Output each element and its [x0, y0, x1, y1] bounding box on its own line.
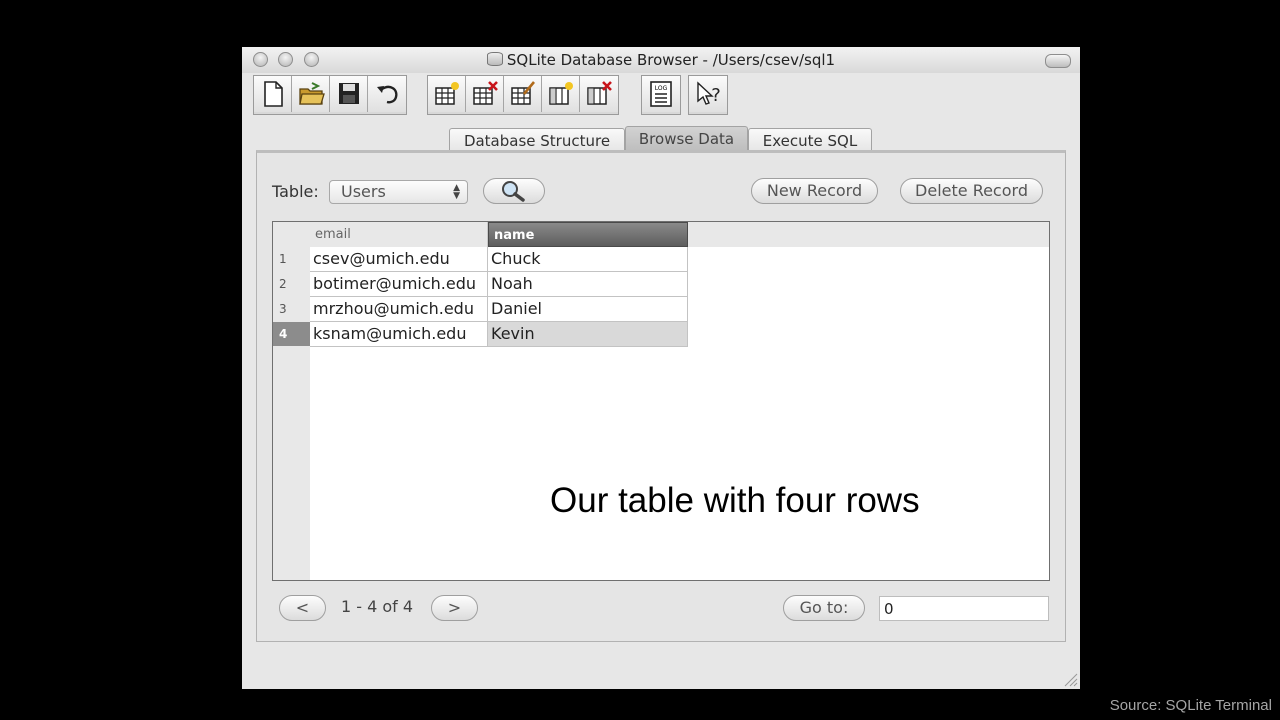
undo-icon	[377, 85, 398, 104]
delete-index-button[interactable]	[580, 76, 618, 112]
toolbar-group-file	[253, 75, 407, 115]
title-bar: SQLite Database Browser - /Users/csev/sq…	[242, 47, 1080, 73]
cell-name[interactable]: Chuck	[488, 247, 688, 272]
create-index-icon	[549, 82, 573, 105]
row-number-selected[interactable]: 4	[273, 322, 310, 346]
cell-name[interactable]: Daniel	[488, 297, 688, 322]
delete-table-icon	[473, 81, 498, 105]
toolbar-toggle-button[interactable]	[1045, 54, 1071, 68]
cell-name[interactable]: Noah	[488, 272, 688, 297]
slide-caption: Our table with four rows	[550, 481, 920, 520]
cell-email[interactable]: botimer@umich.edu	[310, 272, 488, 297]
tab-browse-data[interactable]: Browse Data	[625, 126, 748, 153]
open-folder-icon	[299, 82, 325, 105]
modify-table-icon	[511, 81, 535, 105]
magnifier-icon	[502, 181, 525, 202]
cell-email[interactable]: mrzhou@umich.edu	[310, 297, 488, 322]
new-record-button[interactable]: New Record	[751, 178, 878, 204]
database-icon	[486, 52, 503, 66]
delete-index-icon	[587, 81, 612, 105]
window-title-text: SQLite Database Browser - /Users/csev/sq…	[506, 51, 836, 69]
app-window: SQLite Database Browser - /Users/csev/sq…	[242, 47, 1080, 689]
page-range: 1 - 4 of 4	[341, 597, 414, 616]
delete-table-button[interactable]	[466, 76, 504, 112]
save-icon	[339, 83, 359, 104]
updown-arrows-icon: ▲ ▼	[453, 183, 460, 201]
goto-button[interactable]: Go to:	[783, 595, 865, 621]
sql-log-button[interactable]: LOG	[642, 76, 680, 112]
row-number[interactable]: 2	[273, 272, 310, 296]
delete-record-button[interactable]: Delete Record	[900, 178, 1043, 204]
resize-grip-icon[interactable]	[1062, 671, 1078, 687]
create-table-button[interactable]	[428, 76, 466, 112]
new-database-button[interactable]	[254, 76, 292, 112]
table-select-value: Users	[341, 182, 386, 201]
create-table-icon	[435, 82, 459, 105]
cell-name-selected[interactable]: Kevin	[488, 322, 688, 347]
window-title: SQLite Database Browser - /Users/csev/sq…	[242, 51, 1080, 69]
open-database-button[interactable]	[292, 76, 330, 112]
row-number[interactable]: 3	[273, 297, 310, 321]
table-select[interactable]: Users ▲ ▼	[329, 180, 468, 204]
data-grid: email name 1 csev@umich.edu Chuck 2 boti…	[272, 221, 1050, 581]
modify-table-button[interactable]	[504, 76, 542, 112]
log-icon: LOG	[650, 81, 672, 107]
column-header-email[interactable]: email	[310, 222, 488, 247]
column-header-name[interactable]: name	[488, 222, 688, 247]
table-label: Table:	[272, 182, 319, 201]
prev-page-button[interactable]: <	[279, 595, 326, 621]
next-page-button[interactable]: >	[431, 595, 478, 621]
whats-this-button[interactable]: ?	[689, 76, 727, 112]
row-number[interactable]: 1	[273, 247, 310, 271]
create-index-button[interactable]	[542, 76, 580, 112]
whats-this-icon: ?	[697, 81, 721, 106]
toolbar-group-table	[427, 75, 619, 115]
cell-email[interactable]: ksnam@umich.edu	[310, 322, 488, 347]
undo-button[interactable]	[368, 76, 406, 112]
search-button[interactable]	[483, 178, 545, 204]
whats-this-mark: ?	[711, 85, 721, 106]
toolbar-group-help: ?	[688, 75, 728, 115]
source-credit: Source: SQLite Terminal	[1109, 697, 1272, 714]
goto-input[interactable]: 0	[879, 596, 1049, 621]
cell-email[interactable]: csev@umich.edu	[310, 247, 488, 272]
log-icon-label: LOG	[655, 85, 668, 92]
toolbar-group-log: LOG	[641, 75, 681, 115]
save-database-button[interactable]	[330, 76, 368, 112]
new-file-icon	[264, 81, 283, 107]
